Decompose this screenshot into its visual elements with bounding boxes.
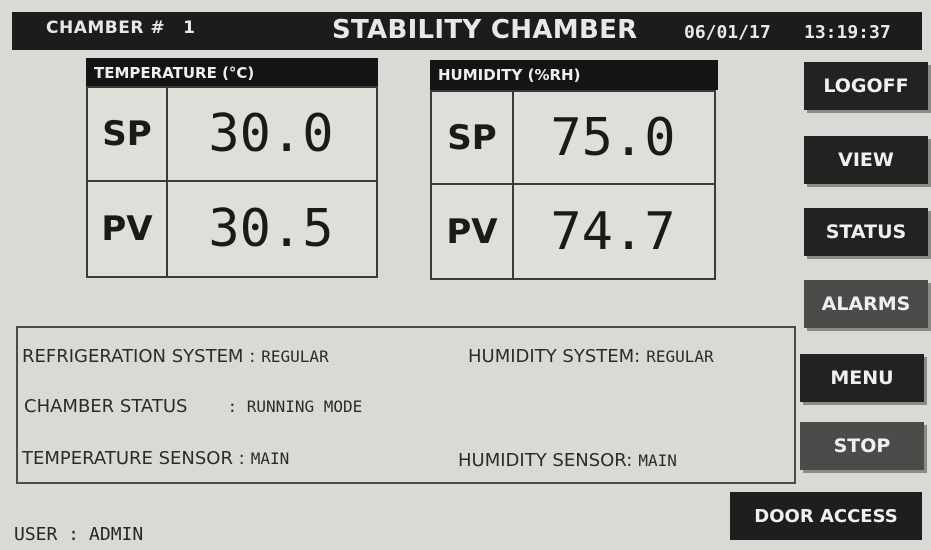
humidity-sensor-label: HUMIDITY SENSOR: (458, 450, 633, 471)
temperature-sensor-status: TEMPERATURE SENSOR : MAIN (22, 448, 289, 469)
humidity-sensor-status: HUMIDITY SENSOR: MAIN (458, 450, 677, 471)
logoff-button[interactable]: LOGOFF (804, 62, 928, 110)
date-display: 06/01/17 (684, 22, 771, 43)
chamber-status-label: CHAMBER STATUS (24, 396, 188, 417)
door-access-button[interactable]: DOOR ACCESS (730, 492, 922, 540)
humidity-system-status: HUMIDITY SYSTEM: REGULAR (468, 346, 714, 367)
page-title: STABILITY CHAMBER (332, 15, 638, 45)
humidity-panel: SP 75.0 PV 74.7 (430, 90, 716, 280)
status-button[interactable]: STATUS (804, 208, 928, 256)
temperature-panel: SP 30.0 PV 30.5 (86, 86, 378, 278)
alarms-button[interactable]: ALARMS (804, 280, 928, 328)
temperature-sp-label: SP (88, 88, 168, 180)
temperature-sp-row: SP 30.0 (88, 88, 376, 182)
menu-button[interactable]: MENU (800, 354, 924, 402)
chamber-indicator: CHAMBER # 1 (46, 18, 195, 38)
time-display: 13:19:37 (804, 22, 891, 43)
humidity-sp-value[interactable]: 75.0 (512, 92, 714, 183)
temperature-sensor-label: TEMPERATURE SENSOR : (22, 448, 245, 469)
humidity-pv-row: PV 74.7 (432, 185, 714, 278)
temperature-pv-value: 30.5 (208, 199, 334, 259)
humidity-panel-header: HUMIDITY (%RH) (430, 60, 718, 90)
view-button[interactable]: VIEW (804, 136, 928, 184)
header-bar: CHAMBER # 1 STABILITY CHAMBER 06/01/17 13… (12, 12, 922, 50)
refrigeration-system-label: REFRIGERATION SYSTEM : (22, 346, 256, 367)
temperature-sensor-value: MAIN (250, 449, 290, 468)
chamber-label: CHAMBER # (46, 18, 166, 38)
user-label: USER : (14, 524, 80, 545)
humidity-sp-row: SP 75.0 (432, 92, 714, 185)
stop-button[interactable]: STOP (800, 422, 924, 470)
humidity-sensor-value: MAIN (638, 451, 677, 470)
hmi-screen: CHAMBER # 1 STABILITY CHAMBER 06/01/17 13… (0, 0, 931, 550)
current-user: USER : ADMIN (14, 524, 143, 545)
user-value: ADMIN (89, 524, 144, 545)
humidity-pv-value: 74.7 (550, 201, 676, 262)
chamber-status-value: : RUNNING MODE (227, 397, 363, 416)
refrigeration-system-status: REFRIGERATION SYSTEM : REGULAR (22, 346, 329, 367)
chamber-number: 1 (183, 18, 196, 38)
humidity-system-value: REGULAR (646, 347, 714, 366)
refrigeration-system-value: REGULAR (261, 347, 329, 366)
temperature-sp-value[interactable]: 30.0 (166, 88, 376, 180)
chamber-status: CHAMBER STATUS : RUNNING MODE (24, 396, 362, 417)
humidity-system-label: HUMIDITY SYSTEM: (468, 346, 641, 367)
humidity-pv-label: PV (432, 185, 514, 278)
temperature-pv-label: PV (88, 182, 168, 276)
temperature-panel-header: TEMPERATURE (°C) (86, 58, 378, 88)
temperature-pv-row: PV 30.5 (88, 182, 376, 276)
humidity-sp-label: SP (432, 92, 514, 183)
